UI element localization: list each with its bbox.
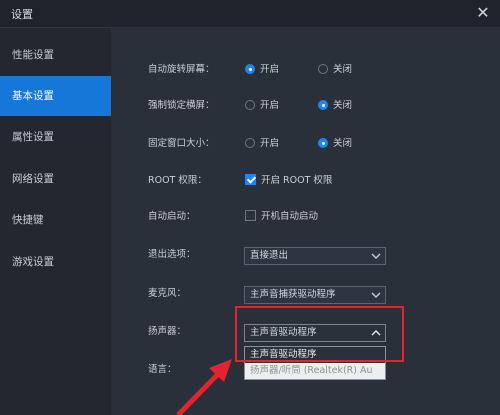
autostart-checkbox[interactable]: 开机自动启动 (245, 210, 318, 224)
radio-selected-icon (245, 64, 255, 74)
exit-option-label: 退出选项： (148, 249, 196, 260)
chevron-up-icon (371, 330, 381, 336)
sidebar-item-game[interactable]: 游戏设置 (0, 242, 111, 282)
radio-selected-icon (318, 138, 328, 148)
sidebar-item-shortcuts[interactable]: 快捷键 (0, 200, 111, 240)
chevron-down-icon (371, 292, 381, 298)
sidebar-item-performance[interactable]: 性能设置 (0, 35, 111, 75)
fixed-window-on-radio[interactable]: 开启 (245, 137, 279, 151)
exit-option-select[interactable]: 直接退出 (244, 247, 386, 265)
microphone-label: 麦克风： (148, 288, 187, 299)
sidebar: 性能设置 基本设置 属性设置 网络设置 快捷键 游戏设置 (0, 28, 111, 415)
checkbox-checked-icon (245, 174, 256, 185)
auto-rotate-on-radio[interactable]: 开启 (245, 63, 279, 77)
settings-panel: 自动旋转屏幕： 开启 关闭 强制锁定横屏： 开启 关闭 固定窗口大小： 开启 关… (111, 28, 500, 415)
checkbox-icon (245, 210, 256, 221)
force-landscape-label: 强制锁定横屏： (148, 100, 215, 111)
force-landscape-off-radio[interactable]: 关闭 (318, 99, 352, 113)
speaker-label: 扬声器： (148, 326, 187, 337)
root-permission-checkbox[interactable]: 开启 ROOT 权限 (245, 174, 332, 188)
speaker-option[interactable]: 扬声器/听筒 (Realtek(R) Au (245, 363, 385, 379)
close-icon[interactable]: ✕ (472, 2, 494, 24)
sidebar-item-network[interactable]: 网络设置 (0, 159, 111, 199)
radio-icon (245, 138, 255, 148)
radio-icon (245, 100, 255, 110)
speaker-select[interactable]: 主声音驱动程序 (244, 324, 386, 342)
radio-selected-icon (318, 100, 328, 110)
fixed-window-off-radio[interactable]: 关闭 (318, 137, 352, 151)
microphone-select[interactable]: 主声音捕获驱动程序 (244, 286, 386, 304)
radio-icon (318, 64, 328, 74)
sidebar-item-basic[interactable]: 基本设置 (0, 76, 111, 116)
auto-rotate-off-radio[interactable]: 关闭 (318, 63, 352, 77)
sidebar-item-properties[interactable]: 属性设置 (0, 117, 111, 157)
root-label: ROOT 权限： (148, 175, 207, 186)
speaker-option[interactable]: 主声音驱动程序 (245, 347, 385, 363)
title-bar: 设置 ✕ (0, 0, 500, 28)
speaker-dropdown-list: 主声音驱动程序 扬声器/听筒 (Realtek(R) Au (244, 346, 386, 380)
auto-rotate-label: 自动旋转屏幕： (148, 64, 215, 75)
chevron-down-icon (371, 253, 381, 259)
window-title: 设置 (11, 8, 33, 21)
language-label: 语言： (148, 364, 177, 375)
autostart-label: 自动启动： (148, 211, 196, 222)
force-landscape-on-radio[interactable]: 开启 (245, 99, 279, 113)
fixed-window-label: 固定窗口大小： (148, 138, 215, 149)
